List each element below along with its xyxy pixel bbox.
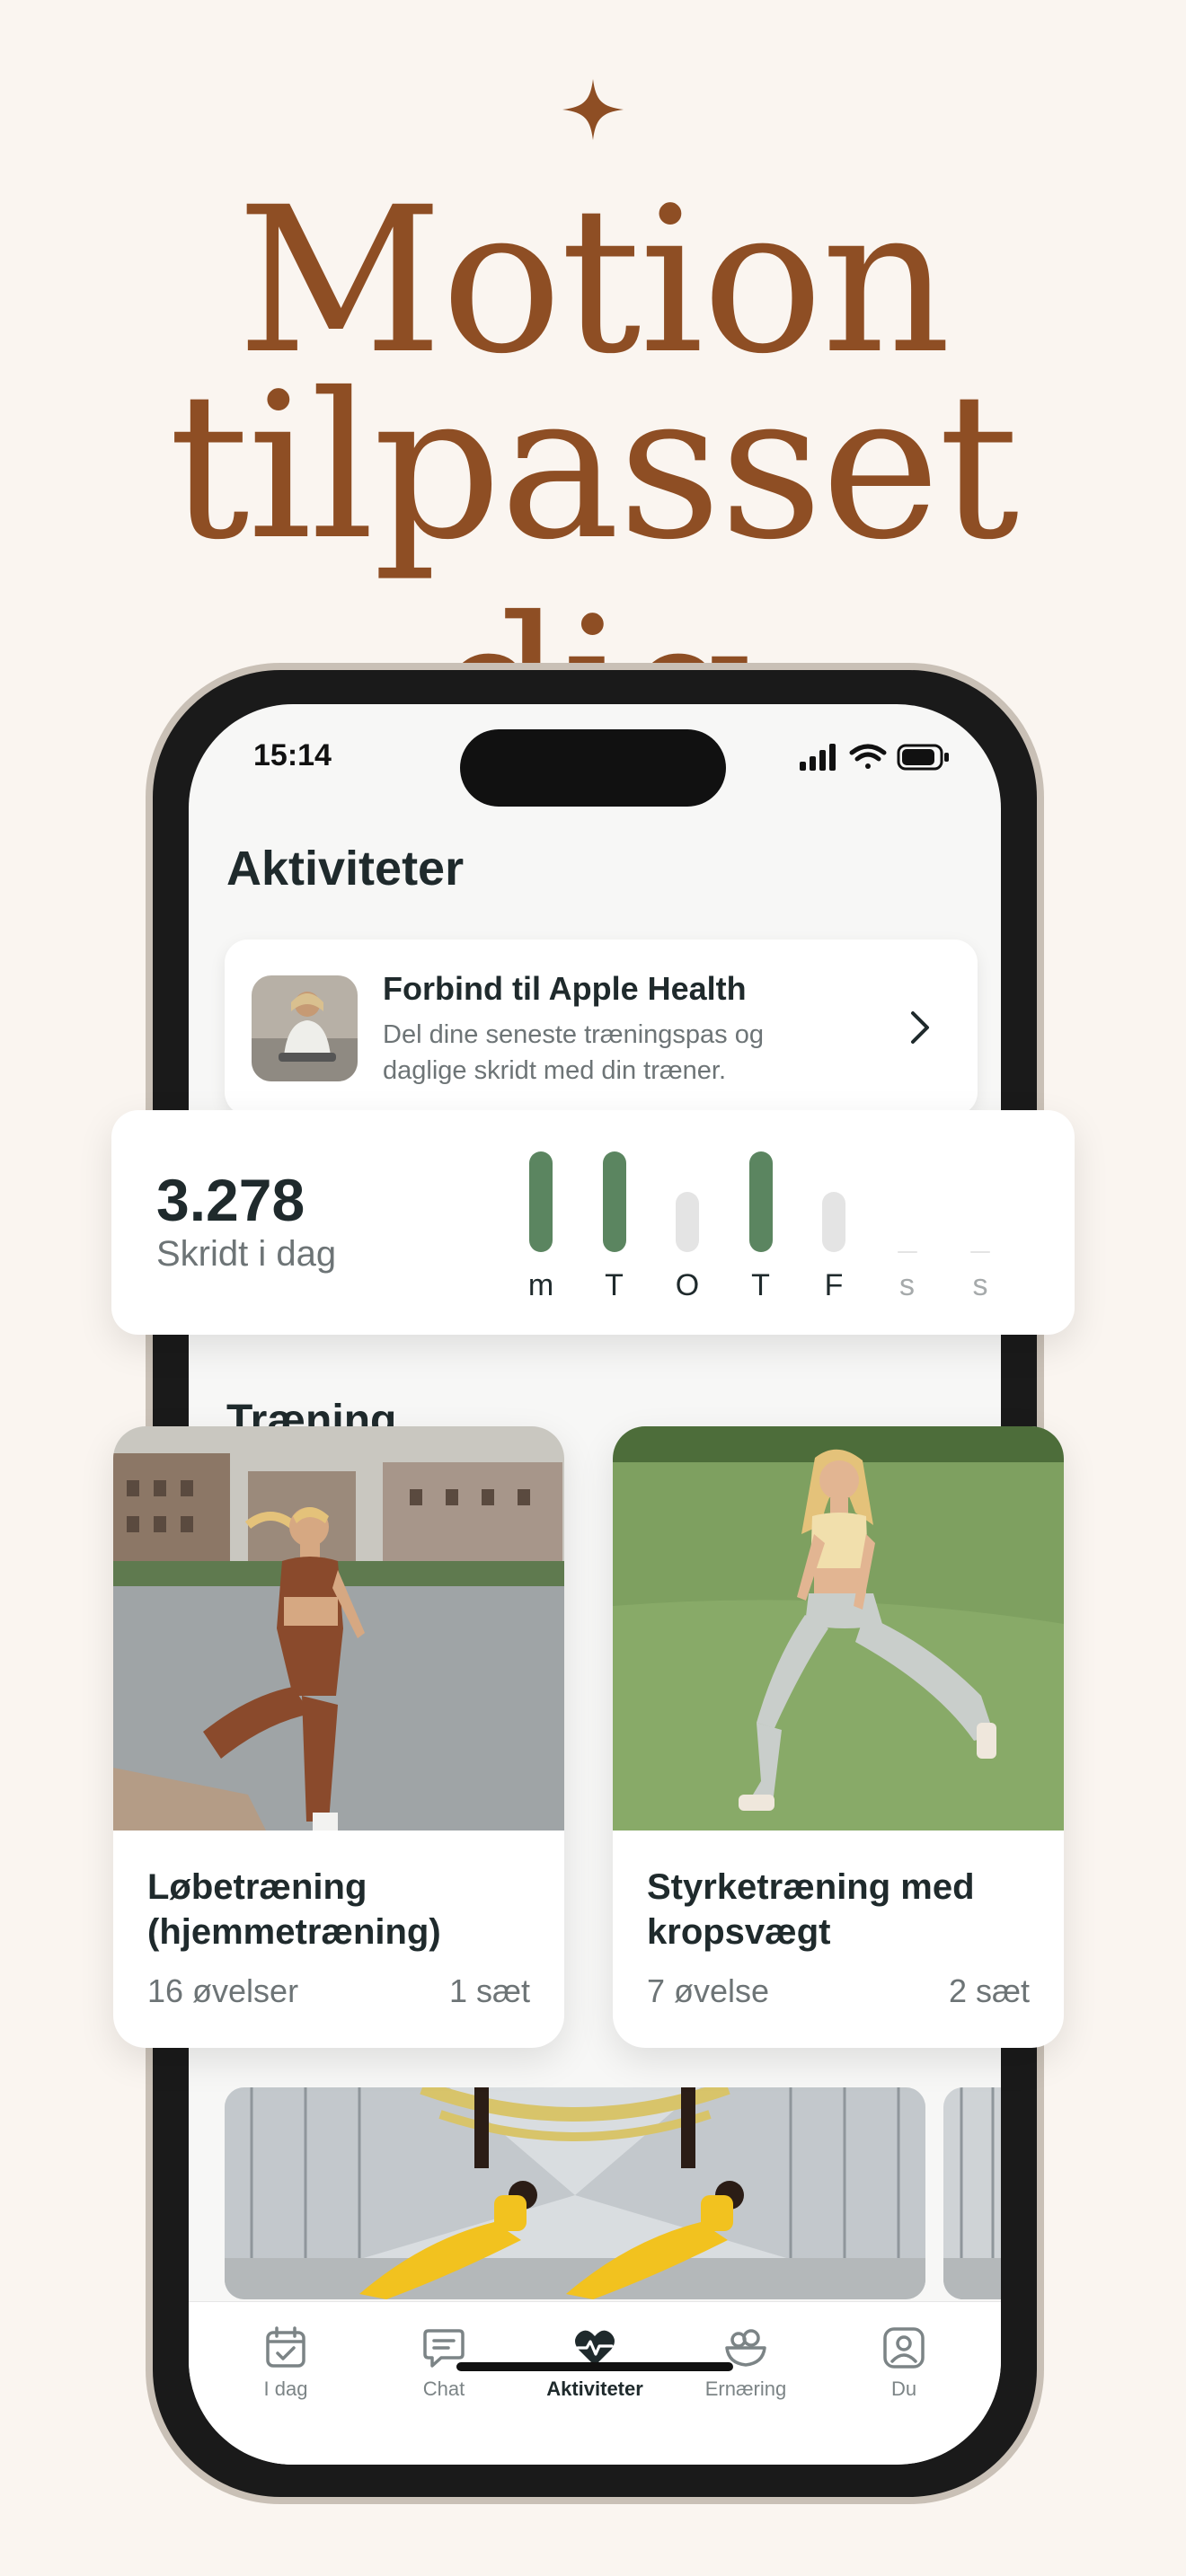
steps-bar-0 (529, 1151, 553, 1252)
steps-day-label: T (751, 1268, 770, 1302)
sparkle-icon (562, 79, 624, 140)
tab-i-dag[interactable]: I dag (223, 2325, 349, 2401)
tab-du[interactable]: Du (841, 2325, 967, 2401)
steps-bar-1 (602, 1151, 626, 1252)
tab-label: I dag (263, 2378, 308, 2400)
workout-exercises: 7 øvelse (647, 1972, 770, 2009)
apple-health-subtitle: Del dine seneste træningspas og daglige … (383, 1020, 764, 1085)
workout-card[interactable]: Styrketræning med kropsvægt 7 øvelse 2 s… (613, 1426, 1064, 2048)
steps-label: Skridt i dag (156, 1234, 337, 1274)
tab-label: Du (890, 2378, 917, 2400)
steps-day-label: O (675, 1268, 700, 1302)
workout-title: Løbetræning (hjemmetræning) (147, 1867, 441, 1952)
profile-icon (883, 2327, 925, 2369)
cellular-signal-icon (800, 744, 836, 771)
steps-day-label: m (527, 1268, 554, 1302)
apple-health-title: Forbind til Apple Health (383, 970, 747, 1007)
wifi-icon (849, 744, 887, 769)
workout-sets: 2 sæt (948, 1972, 1030, 2009)
page-title: Aktiviteter (226, 842, 465, 895)
workout-image-running (113, 1426, 564, 1831)
chevron-right-icon (911, 1011, 929, 1044)
apple-health-card[interactable]: Forbind til Apple Health Del dine senest… (225, 940, 978, 1116)
status-icons (800, 744, 949, 771)
workout-exercises: 16 øvelser (147, 1972, 299, 2009)
workout-carousel-image-next[interactable] (943, 2087, 1001, 2299)
trainer-avatar (252, 975, 358, 1081)
workout-card[interactable]: Løbetræning (hjemmetræning) 16 øvelser 1… (113, 1426, 564, 2048)
battery-icon (897, 744, 949, 771)
tab-label: Aktiviteter (546, 2378, 643, 2400)
calendar-check-icon (266, 2326, 305, 2368)
steps-bar-4 (822, 1192, 845, 1252)
status-time: 15:14 (253, 738, 332, 772)
workout-sets: 1 sæt (448, 1972, 530, 2009)
dynamic-island (460, 729, 726, 807)
home-indicator (456, 2362, 733, 2371)
steps-bar-6 (970, 1251, 990, 1253)
steps-bar-2 (676, 1192, 699, 1252)
tab-label: Ernæring (704, 2378, 787, 2400)
steps-day-label: F (824, 1268, 844, 1302)
workout-title: Styrketræning med kropsvægt (647, 1867, 975, 1952)
steps-day-label: s (972, 1268, 988, 1302)
steps-value: 3.278 (156, 1167, 305, 1233)
workout-image-strength (613, 1426, 1064, 1831)
steps-card[interactable]: 3.278 Skridt i dag m T O T Fs s (111, 1110, 1075, 1335)
tab-bar: I dag Chat Aktiviteter Ernæring Du (189, 2301, 1001, 2465)
steps-bar-5 (897, 1251, 917, 1253)
workout-carousel-image[interactable] (225, 2087, 925, 2299)
tab-label: Chat (422, 2378, 465, 2400)
steps-day-label: T (605, 1268, 624, 1302)
steps-bar-3 (748, 1151, 773, 1252)
steps-day-label: s (899, 1268, 915, 1302)
